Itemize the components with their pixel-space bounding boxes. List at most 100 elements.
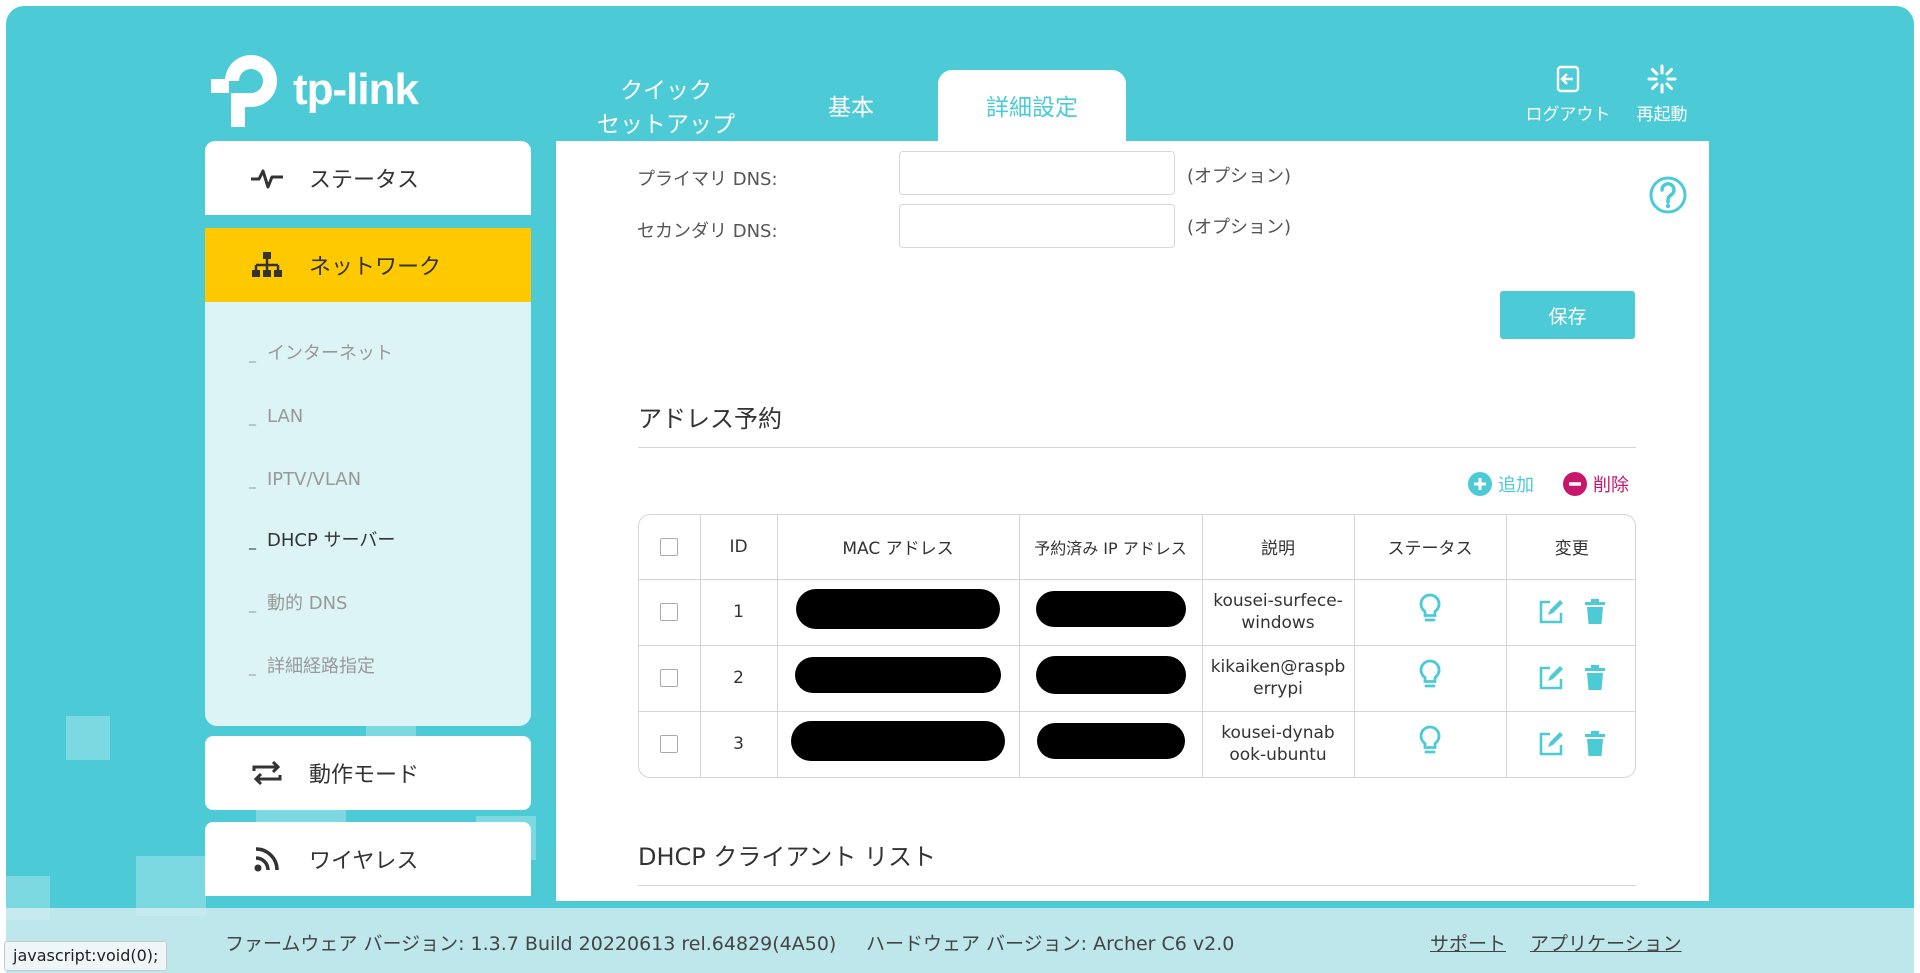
trash-icon[interactable] xyxy=(1584,599,1606,625)
sidebar-item-label: 動作モード xyxy=(309,763,420,788)
sidebar-item-label: ステータス xyxy=(309,168,420,193)
row-description: kousei-surfece-windows xyxy=(1201,578,1355,646)
sidebar-item-network[interactable]: ネットワーク xyxy=(205,228,531,302)
logout-icon xyxy=(1556,65,1580,93)
trash-icon[interactable] xyxy=(1584,731,1606,757)
tab-quick-setup[interactable]: クイック セットアップ xyxy=(566,70,766,146)
column-header-status: ステータス xyxy=(1353,515,1507,580)
section-divider xyxy=(638,447,1636,448)
tp-link-logo: tp-link xyxy=(211,51,431,131)
table-row: 1 kousei-surfece-windows xyxy=(639,578,1635,646)
footer: ファームウェア バージョン: 1.3.7 Build 20220613 rel.… xyxy=(6,908,1914,973)
sidebar-subitem-iptv[interactable]: _ IPTV/VLAN xyxy=(249,465,361,495)
secondary-dns-input[interactable] xyxy=(899,204,1175,248)
save-button[interactable]: 保存 xyxy=(1500,291,1635,339)
firmware-version: ファームウェア バージョン: 1.3.7 Build 20220613 rel.… xyxy=(225,933,837,955)
table-row: 3 kousei-dynabook-ubuntu xyxy=(639,710,1635,777)
reboot-icon xyxy=(1647,64,1677,94)
tab-quick-setup-label-2: セットアップ xyxy=(597,112,735,138)
lightbulb-icon[interactable] xyxy=(1418,593,1442,625)
tp-link-logo-icon xyxy=(211,55,277,127)
trash-icon[interactable] xyxy=(1584,665,1606,691)
add-button[interactable]: 追加 xyxy=(1468,471,1534,497)
delete-label: 削除 xyxy=(1593,475,1629,496)
row-checkbox[interactable] xyxy=(660,735,679,754)
main-panel: プライマリ DNS: (オプション) セカンダリ DNS: (オプション) 保存… xyxy=(556,141,1709,901)
sidebar-subitem-internet[interactable]: _ インターネット xyxy=(249,339,393,369)
row-checkbox[interactable] xyxy=(660,669,679,687)
plus-icon xyxy=(1468,472,1492,496)
lightbulb-icon[interactable] xyxy=(1418,725,1442,757)
redacted-mac xyxy=(796,589,1000,629)
tab-advanced[interactable]: 詳細設定 xyxy=(938,70,1126,146)
select-all-cell xyxy=(639,515,701,580)
column-header-description: 説明 xyxy=(1201,515,1355,580)
redacted-ip xyxy=(1035,656,1186,694)
row-description: kikaiken@raspberrypi xyxy=(1201,644,1355,712)
sidebar-subitem-ddns[interactable]: _ 動的 DNS xyxy=(249,589,347,619)
secondary-dns-label: セカンダリ DNS: xyxy=(637,221,778,242)
reboot-label: 再起動 xyxy=(1636,105,1688,125)
brand-name: tp-link xyxy=(293,65,419,114)
column-header-edit: 変更 xyxy=(1505,515,1635,580)
subitem-label: LAN xyxy=(267,406,304,427)
sidebar-subitem-dhcp-server[interactable]: _ DHCP サーバー xyxy=(249,526,395,556)
row-status xyxy=(1353,644,1507,712)
help-icon[interactable] xyxy=(1648,175,1688,215)
hardware-version: ハードウェア バージョン: Archer C6 v2.0 xyxy=(866,933,1235,955)
logout-label: ログアウト xyxy=(1525,105,1611,125)
delete-button[interactable]: 削除 xyxy=(1563,471,1629,497)
column-header-mac: MAC アドレス xyxy=(776,515,1020,580)
edit-icon[interactable] xyxy=(1538,731,1564,757)
reservation-title: アドレス予約 xyxy=(638,405,782,433)
subitem-label: IPTV/VLAN xyxy=(267,469,362,490)
sidebar-item-label: ワイヤレス xyxy=(309,849,419,874)
minus-icon xyxy=(1563,472,1587,496)
subitem-label: 詳細経路指定 xyxy=(267,656,375,677)
sidebar-item-wireless[interactable]: ワイヤレス xyxy=(205,822,531,896)
row-id: 1 xyxy=(699,578,778,646)
sidebar-item-operation-mode[interactable]: 動作モード xyxy=(205,736,531,810)
bg-decoration xyxy=(136,856,206,916)
redacted-mac xyxy=(791,721,1005,762)
bg-decoration xyxy=(66,716,110,760)
primary-dns-label: プライマリ DNS: xyxy=(637,169,778,190)
primary-dns-hint: (オプション) xyxy=(1187,166,1292,187)
redacted-mac xyxy=(795,657,1001,693)
network-submenu: _ インターネット _ LAN _ IPTV/VLAN _ DHCP サーバー _ 動的 … xyxy=(205,302,531,726)
reboot-button[interactable]: 再起動 xyxy=(1614,64,1710,125)
sidebar-subitem-routing[interactable]: _ 詳細経路指定 xyxy=(249,652,375,682)
redacted-ip xyxy=(1036,723,1185,760)
redacted-ip xyxy=(1035,591,1186,627)
tab-advanced-label: 詳細設定 xyxy=(986,95,1078,121)
row-checkbox[interactable] xyxy=(660,603,679,621)
edit-icon[interactable] xyxy=(1538,665,1564,691)
pulse-icon xyxy=(247,158,287,198)
sidebar-subitem-lan[interactable]: _ LAN xyxy=(249,402,303,432)
primary-dns-input[interactable] xyxy=(899,151,1175,195)
wireless-icon xyxy=(247,839,287,879)
swap-icon xyxy=(247,753,287,793)
edit-icon[interactable] xyxy=(1538,599,1564,625)
table-header-row: ID MAC アドレス 予約済み IP アドレス 説明 ステータス 変更 xyxy=(639,515,1635,580)
row-status xyxy=(1353,710,1507,777)
subitem-label: 動的 DNS xyxy=(267,593,348,614)
column-header-id: ID xyxy=(699,515,778,580)
lightbulb-icon[interactable] xyxy=(1418,659,1442,691)
support-link[interactable]: サポート xyxy=(1430,929,1506,956)
logout-button[interactable]: ログアウト xyxy=(1520,64,1616,125)
subitem-label: インターネット xyxy=(267,343,393,364)
section-divider xyxy=(638,885,1636,886)
tab-basic[interactable]: 基本 xyxy=(766,70,936,146)
reservation-table: ID MAC アドレス 予約済み IP アドレス 説明 ステータス 変更 1 k… xyxy=(638,514,1636,778)
applications-link[interactable]: アプリケーション xyxy=(1530,929,1682,956)
table-row: 2 kikaiken@raspberrypi xyxy=(639,644,1635,712)
network-icon xyxy=(247,245,287,285)
sidebar-item-label: ネットワーク xyxy=(309,255,442,280)
browser-status-tooltip: javascript:void(0); xyxy=(4,941,168,971)
select-all-checkbox[interactable] xyxy=(660,537,679,556)
row-status xyxy=(1353,578,1507,646)
sidebar-item-status[interactable]: ステータス xyxy=(205,141,531,215)
column-header-ip: 予約済み IP アドレス xyxy=(1018,515,1203,580)
row-id: 2 xyxy=(699,644,778,712)
